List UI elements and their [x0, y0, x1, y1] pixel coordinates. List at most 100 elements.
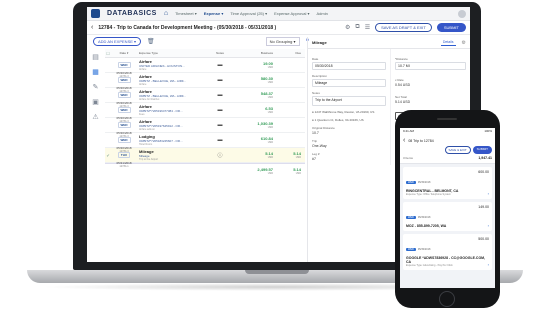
row-type: Airfare ORBITZ - BELLEVUE, WA - AIRF... Ai… — [137, 89, 205, 101]
row-business: 19.00 USD — [235, 61, 273, 69]
phone-expense-card[interactable]: WED 05/30/2018 149.00 MOZ - 855-899-7205, W… — [403, 202, 492, 231]
row-notes-icon[interactable]: ▬ — [205, 62, 235, 68]
phone-screen: 9:41 AM 100% ‹ 08 Trip to 12784 SAVE & E… — [400, 128, 495, 288]
row-type: Airfare ORBITZ*7205197645912 - OR... Airfa… — [137, 119, 205, 131]
row-type: Airfare ORBITZ*7205196477384 - OR... Fees — [137, 104, 205, 116]
row-due-currency: USD — [295, 156, 301, 159]
chevron-right-icon[interactable]: › — [488, 262, 489, 267]
phone-total-amount: 1,947.41 — [478, 156, 492, 160]
nav-expense-approval[interactable]: Expense Approval ▾ — [274, 11, 309, 16]
row-subdescription: Airfare — [139, 83, 147, 86]
date-field[interactable]: 05/30/2018 — [312, 62, 386, 70]
report-title: 12784 - Trip to Canada for Development M… — [98, 24, 277, 31]
row-notes-icon[interactable]: ▬ — [205, 137, 235, 143]
row-business: 6.53 USD — [235, 106, 273, 114]
row-notes-icon[interactable]: ▬ — [205, 92, 235, 98]
detail-title: Mileage — [312, 40, 327, 45]
phone-header: ‹ 08 Trip to 12784 SAVE & EXIT SUBMIT 3 … — [400, 135, 495, 164]
row-business: 580.30 USD — [235, 76, 273, 84]
row-business-currency: USD — [267, 126, 273, 129]
card-merchant: MOZ - 855-899-7205, WA — [406, 224, 447, 228]
phone-home-button[interactable] — [439, 291, 455, 307]
total-business-currency: USD — [267, 171, 273, 175]
save-draft-button[interactable]: SAVE AS DRAFT & EXIT — [375, 23, 432, 32]
chevron-right-icon[interactable]: › — [488, 191, 489, 196]
phone-submit-button[interactable]: SUBMIT — [472, 146, 492, 154]
row-report-id: 12784-1 — [119, 164, 129, 168]
phone-status-bar: 9:41 AM 100% — [400, 128, 495, 135]
phone-speaker — [437, 118, 457, 120]
row-business: 5.14 USD — [235, 151, 273, 159]
header-due: Due — [295, 51, 301, 55]
trash-icon[interactable]: 🗑 — [147, 38, 155, 45]
card-day-badge: WED — [406, 216, 416, 219]
card-day-badge: WED — [406, 181, 416, 184]
description-label: Description — [312, 74, 328, 78]
description-field[interactable]: Mileage — [312, 79, 386, 87]
leg-value: #7 — [312, 157, 316, 161]
card-merchant: GOOGLE *ADWS7836928 - CC@GOOGLE.COM, CA — [406, 256, 486, 264]
back-button[interactable]: ‹ — [91, 24, 93, 31]
leg-label: Leg # — [312, 152, 320, 156]
chevron-right-icon[interactable]: › — [488, 223, 489, 228]
phone-save-button[interactable]: SAVE & EXIT — [444, 146, 471, 154]
settings-icon[interactable]: ⚙ — [345, 24, 350, 31]
notes-label: Notes — [312, 91, 320, 95]
avatar[interactable] — [458, 9, 466, 18]
distance-field[interactable]: 10.7 MI — [395, 62, 466, 70]
document-icon[interactable]: ▤ — [87, 49, 104, 64]
phone-expense-list: WED 05/30/2018 600.00 RINGCENTRAL - BELMONT… — [400, 167, 495, 270]
grouping-select[interactable]: No Grouping ▾ — [265, 36, 300, 46]
row-notes-icon[interactable]: ▬ — [205, 122, 235, 128]
card-amount: 600.00 — [478, 170, 489, 174]
card-date: 05/30/2018 — [417, 248, 431, 251]
phone-expense-card[interactable]: WED 05/30/2018 500.00 GOOGLE *ADWS7836928 -… — [403, 234, 492, 270]
row-notes-icon[interactable]: ▬ — [205, 107, 235, 113]
menu-icon[interactable]: ☰ — [365, 24, 370, 31]
row-notes-icon[interactable]: ▬ — [205, 77, 235, 83]
brand-logo: DATABASICS — [107, 10, 157, 17]
date-label: Date — [312, 57, 319, 61]
row-subdescription: Airfare add-on — [139, 128, 155, 131]
original-distance-label: Original Distance — [312, 126, 335, 130]
warning-icon[interactable]: ⚠ — [87, 109, 104, 124]
policy-icon[interactable]: ▣ — [87, 94, 104, 109]
rate-value: 0.54 USD — [395, 83, 411, 87]
card-amount: 500.00 — [478, 237, 489, 241]
row-business-currency: USD — [267, 111, 273, 114]
home-icon[interactable]: ⌂ — [164, 10, 168, 17]
nav-admin[interactable]: Admin — [316, 11, 327, 16]
nav-timesheet[interactable]: Timesheet ▾ — [175, 11, 197, 16]
card-date: 05/30/2018 — [417, 181, 431, 184]
table-row[interactable]: ✔ THU 05/31/2018 12784-1 Mileage Mileage Trip … — [105, 148, 305, 168]
net-total-label: Net Total — [395, 95, 407, 99]
report-icon[interactable]: ▦ — [87, 64, 104, 79]
row-business-currency: USD — [267, 66, 273, 69]
phone-expense-card[interactable]: WED 05/30/2018 600.00 RINGCENTRAL - BELMONT… — [403, 167, 492, 199]
logo-icon — [91, 9, 100, 18]
add-expense-button[interactable]: ADD AN EXPENSE ▾ — [93, 36, 142, 46]
nav-expense[interactable]: Expense ▾ — [204, 11, 224, 16]
phone-back-icon[interactable]: ‹ — [403, 137, 405, 144]
copy-icon[interactable]: ⧉ — [355, 24, 359, 31]
row-type: Lodging ORBITZ*7205183245607 - OR... Hotel… — [137, 134, 205, 146]
row-business-currency: USD — [267, 156, 273, 159]
stage: DATABASICS ⌂ Timesheet ▾ Expense ▾ Time … — [0, 0, 545, 312]
header-notes: Notes — [216, 51, 224, 55]
receipt-icon[interactable]: ✎ — [87, 79, 104, 94]
row-business-currency: USD — [267, 81, 273, 84]
laptop-notch — [245, 270, 309, 274]
trip-value[interactable]: One-Way — [312, 144, 386, 148]
nav-time-approval[interactable]: Time Approval (25) ▾ — [230, 11, 267, 16]
row-type: Airfare UNITED AIRLINES - HOUSTON... Airfa… — [137, 59, 205, 71]
row-type: Airfare ORBITZ - BELLEVUE, WA - AIRF... Ai… — [137, 74, 205, 86]
row-due: 5.14 USD — [273, 151, 303, 159]
notes-field[interactable]: Trip to the Airport — [312, 96, 386, 106]
phone-battery: 100% — [484, 129, 492, 133]
header-type: Expense Type — [139, 51, 158, 55]
tab-details[interactable]: Details — [440, 39, 456, 46]
submit-button[interactable]: SUBMIT — [436, 23, 466, 32]
gear-icon[interactable]: ⚙ — [462, 40, 466, 46]
row-notes-icon[interactable]: ⓘ — [205, 152, 235, 159]
row-business-currency: USD — [267, 141, 273, 144]
